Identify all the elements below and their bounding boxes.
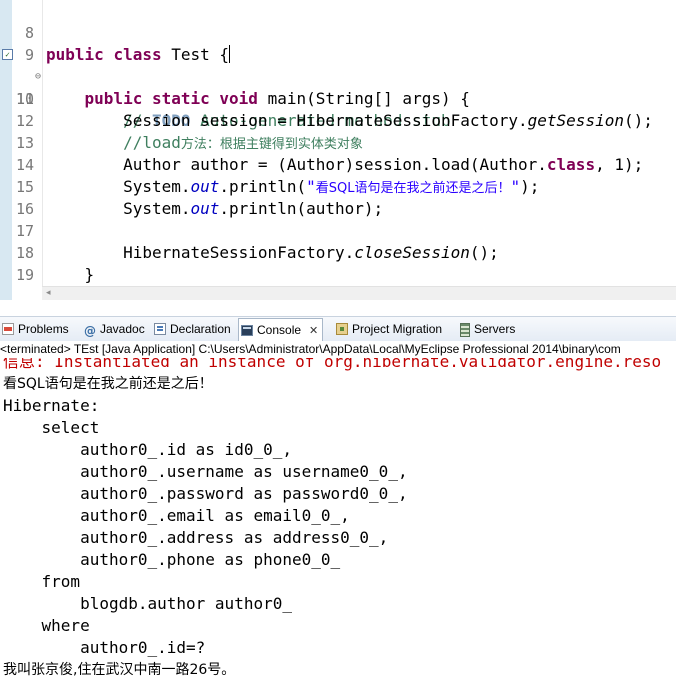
console-output-line: author0_.id=? xyxy=(3,638,206,657)
bottom-view-tabbar: Problems @ Javadoc Declaration Console ✕ P… xyxy=(0,316,676,342)
declaration-icon xyxy=(154,323,166,335)
tab-label: Servers xyxy=(474,322,516,336)
task-marker-icon[interactable]: ✓ xyxy=(2,49,13,60)
tab-declaration[interactable]: Declaration xyxy=(154,319,231,339)
servers-icon xyxy=(458,323,470,337)
code-line-13[interactable]: 13 Author author = (Author)session.load(… xyxy=(0,110,676,174)
code-line-8[interactable]: 8 public class Test { xyxy=(0,0,676,64)
code-line-15[interactable]: 15 System.out.println(author); xyxy=(0,154,676,218)
tab-servers[interactable]: Servers xyxy=(458,319,515,339)
tab-label: Problems xyxy=(18,322,69,336)
code-line-17[interactable]: 17 HibernateSessionFactory.closeSession(… xyxy=(0,198,676,262)
code-editor[interactable]: 8 public class Test { 9 ⊖ public static … xyxy=(0,0,676,286)
code-line-18[interactable]: 18 } xyxy=(0,220,676,284)
scroll-left-arrow-icon[interactable]: ◂ xyxy=(46,288,51,298)
console-output-line: where xyxy=(3,616,90,635)
tab-problems[interactable]: Problems xyxy=(2,319,69,339)
overview-gutter-bottom xyxy=(0,286,12,300)
console-output-line: author0_.email as email0_0_, xyxy=(3,506,350,525)
project-migration-icon xyxy=(336,323,348,335)
tab-label: Declaration xyxy=(170,322,231,336)
code-line-9[interactable]: 9 ⊖ public static void main(String[] arg… xyxy=(0,22,676,108)
console-output-line: author0_.phone as phone0_0_ xyxy=(3,550,341,569)
code-line-10[interactable]: ✓ 10 // TODO Auto-generated method stub xyxy=(0,44,676,130)
javadoc-icon: @ xyxy=(84,324,96,338)
tab-label: Console xyxy=(257,323,302,337)
console-output-line: 我叫张京俊,住在武汉中南一路26号。 xyxy=(3,662,236,678)
code-line-16[interactable]: 16 xyxy=(0,176,676,218)
console-icon xyxy=(241,325,253,336)
tab-console[interactable]: Console ✕ xyxy=(238,318,324,342)
console-output-line: from xyxy=(3,572,81,591)
view-separator xyxy=(0,300,676,316)
console-output-line: blogdb.author author0_ xyxy=(3,594,292,613)
console-output-line: author0_.password as password0_0_, xyxy=(3,484,408,503)
code-line-19[interactable]: 19 } xyxy=(0,242,676,284)
code-line-12[interactable]: 12 //load方法：根据主键得到实体类对象 xyxy=(0,88,676,152)
problems-icon xyxy=(2,323,14,335)
code-line-11[interactable]: 11 Session session = HibernateSessionFac… xyxy=(0,66,676,130)
console-output[interactable]: 信息: Instantiated an instance of org.hibe… xyxy=(0,358,676,692)
console-output-line: author0_.address as address0_0_, xyxy=(3,528,389,547)
tab-label: Project Migration xyxy=(352,322,443,336)
horizontal-scrollbar[interactable]: ◂ xyxy=(42,286,676,301)
console-output-line: 信息: Instantiated an instance of org.hibe… xyxy=(3,358,662,371)
console-output-line: select xyxy=(3,418,100,437)
tab-project-migration[interactable]: Project Migration xyxy=(336,319,442,339)
console-output-line: author0_.id as id0_0_, xyxy=(3,440,292,459)
console-process-header: <terminated> TEst [Java Application] C:\… xyxy=(0,341,676,358)
code-line-20[interactable]: 20 xyxy=(0,264,676,286)
tab-label: Javadoc xyxy=(100,322,145,336)
console-output-line: author0_.username as username0_0_, xyxy=(3,462,408,481)
close-icon[interactable]: ✕ xyxy=(309,320,318,342)
console-output-line: 看SQL语句是在我之前还是之后！ xyxy=(3,376,213,392)
code-line-14[interactable]: 14 System.out.println("看SQL语句是在我之前还是之后！"… xyxy=(0,132,676,196)
console-output-line: Hibernate: xyxy=(3,396,100,415)
tab-javadoc[interactable]: @ Javadoc xyxy=(84,319,145,339)
